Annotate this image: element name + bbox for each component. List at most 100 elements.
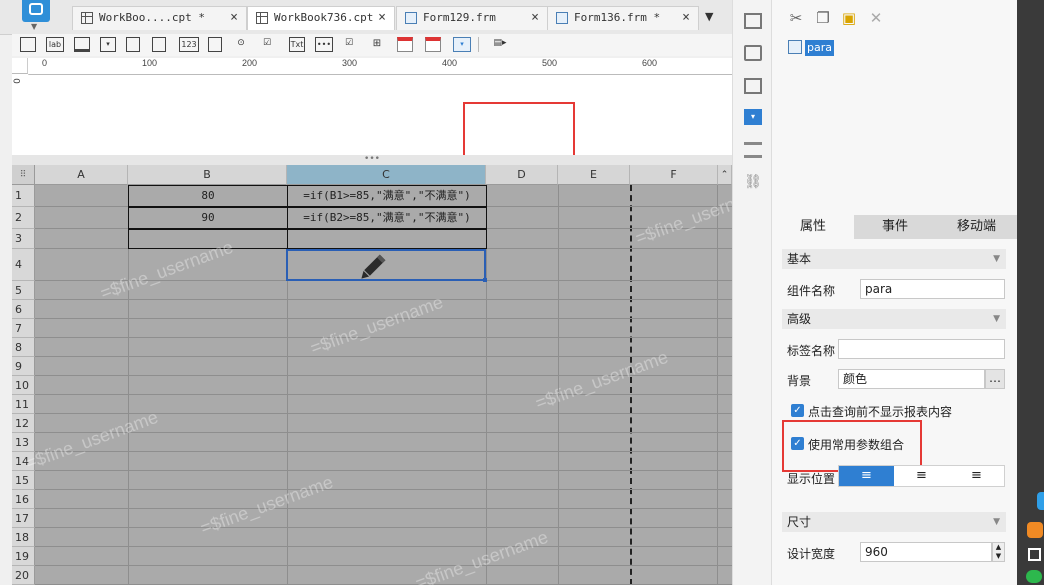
text-widget-icon[interactable]: Txt <box>289 37 305 52</box>
copy-icon[interactable]: ❐ <box>813 8 833 28</box>
cell-c1[interactable]: =if(B1>=85,"满意","不满意") <box>287 185 487 207</box>
app-logo-icon[interactable] <box>22 0 50 22</box>
fill-handle[interactable] <box>483 278 487 282</box>
section-size[interactable]: 尺寸 ▼ <box>782 512 1006 532</box>
chat-icon[interactable] <box>1026 570 1042 583</box>
background-field[interactable]: 颜色 <box>838 369 985 389</box>
section-basic[interactable]: 基本 ▼ <box>782 249 1006 269</box>
checkbox-widget-icon[interactable]: ☑ <box>260 37 274 52</box>
row-header[interactable]: 4 <box>12 249 35 281</box>
cut-icon[interactable]: ✂ <box>786 8 806 28</box>
design-width-field[interactable]: 960 <box>860 542 992 562</box>
row-header[interactable]: 3 <box>12 229 35 249</box>
row-header[interactable]: 6 <box>12 300 35 319</box>
list-widget-icon[interactable] <box>152 37 166 52</box>
date-widget-icon[interactable] <box>397 37 413 52</box>
component-tree-icon[interactable] <box>744 13 762 29</box>
window-icon[interactable] <box>1028 548 1041 561</box>
row-header[interactable]: 18 <box>12 528 35 547</box>
row-header[interactable]: 1 <box>12 185 35 207</box>
close-icon[interactable]: × <box>230 7 238 29</box>
tab-list-menu-icon[interactable]: ▼ <box>705 10 721 24</box>
row-header[interactable]: 12 <box>12 414 35 433</box>
textarea-widget-icon[interactable] <box>208 37 222 52</box>
row-header[interactable]: 16 <box>12 490 35 509</box>
parameter-icon[interactable]: ▾ <box>744 109 762 125</box>
close-icon[interactable]: × <box>378 7 386 29</box>
dropdown-widget-icon[interactable]: ▾ <box>453 37 471 52</box>
row-header[interactable]: 17 <box>12 509 35 528</box>
frame-widget-icon[interactable] <box>20 37 36 52</box>
checkbox-group-icon[interactable]: ☑ <box>342 37 356 52</box>
tag-name-field[interactable] <box>838 339 1005 359</box>
radio-widget-icon[interactable]: ⊙ <box>234 37 248 52</box>
column-header-selected[interactable]: C <box>287 165 486 185</box>
number-widget-icon[interactable]: 123 <box>179 37 199 52</box>
align-center-icon[interactable]: ≡ <box>894 466 949 486</box>
column-header[interactable]: F <box>630 165 718 185</box>
label-widget-icon[interactable]: lab <box>46 37 64 52</box>
tab-properties[interactable]: 属性 <box>772 215 854 239</box>
scroll-up-icon[interactable]: ⌃ <box>718 165 732 185</box>
close-icon[interactable]: × <box>682 7 690 29</box>
tab-form129[interactable]: Form129.frm × <box>396 6 548 30</box>
tab-events[interactable]: 事件 <box>854 215 936 239</box>
password-widget-icon[interactable]: ••• <box>315 37 333 52</box>
row-header[interactable]: 13 <box>12 433 35 452</box>
pane-splitter[interactable]: ••• <box>12 155 732 165</box>
column-header[interactable]: A <box>35 165 128 185</box>
component-item-para[interactable]: para <box>805 40 834 56</box>
row-header[interactable]: 11 <box>12 395 35 414</box>
row-gridline <box>35 527 732 528</box>
row-header[interactable]: 2 <box>12 207 35 229</box>
close-icon[interactable]: × <box>531 7 539 29</box>
app-icon[interactable] <box>1037 492 1044 510</box>
row-header[interactable]: 15 <box>12 471 35 490</box>
row-header[interactable]: 8 <box>12 338 35 357</box>
link-icon[interactable]: ⛓ <box>744 174 762 190</box>
background-more-button[interactable]: … <box>985 369 1005 389</box>
tab-workbook-1[interactable]: WorkBoo....cpt * × <box>72 6 247 30</box>
row-header[interactable]: 19 <box>12 547 35 566</box>
textbox-widget-icon[interactable] <box>74 37 90 52</box>
row-header[interactable]: 10 <box>12 376 35 395</box>
template-icon[interactable] <box>744 142 762 158</box>
column-header[interactable]: D <box>486 165 558 185</box>
paste-icon[interactable]: ▣ <box>839 8 859 28</box>
spreadsheet-grid[interactable]: ⠿ A B C D E F ⌃ 1 2 3 4 5 6 7 8 9 10 11 12 13 14 15 16 1… <box>12 165 732 585</box>
align-right-icon[interactable]: ≡ <box>949 466 1004 486</box>
widget-library-icon[interactable] <box>744 45 762 61</box>
combobox-widget-icon[interactable]: ▾ <box>100 37 116 52</box>
column-header[interactable]: B <box>128 165 287 185</box>
app-icon[interactable] <box>1027 522 1043 538</box>
pencil-icon <box>361 254 386 279</box>
section-advanced[interactable]: 高级 ▼ <box>782 309 1006 329</box>
select-all-corner[interactable]: ⠿ <box>12 165 35 185</box>
tree-widget-icon[interactable] <box>126 37 140 52</box>
row-header[interactable]: 7 <box>12 319 35 338</box>
tab-form136[interactable]: Form136.frm * × <box>547 6 699 30</box>
tab-workbook736[interactable]: WorkBook736.cpt × <box>247 6 395 30</box>
width-stepper[interactable]: ▲ ▼ <box>992 542 1005 562</box>
more-widgets-icon[interactable]: ▤▸ <box>490 37 510 52</box>
align-left-icon[interactable]: ≡ <box>839 466 894 486</box>
datetime-widget-icon[interactable] <box>425 37 441 52</box>
row-header[interactable]: 5 <box>12 281 35 300</box>
cell-b2[interactable]: 90 <box>128 207 288 229</box>
row-gridline <box>35 451 732 452</box>
column-header[interactable]: E <box>558 165 630 185</box>
cell-c2[interactable]: =if(B2>=85,"满意","不满意") <box>287 207 487 229</box>
row-header[interactable]: 9 <box>12 357 35 376</box>
chevron-down-icon[interactable]: ▼ <box>31 22 37 31</box>
layout-icon[interactable] <box>744 78 762 94</box>
tab-mobile[interactable]: 移动端 <box>936 215 1017 239</box>
delete-icon[interactable]: ✕ <box>866 8 886 28</box>
component-name-field[interactable]: para <box>860 279 1005 299</box>
cell-b1[interactable]: 80 <box>128 185 288 207</box>
cell-c3[interactable] <box>287 229 487 249</box>
row-header[interactable]: 20 <box>12 566 35 585</box>
ruler-mark: 0 <box>42 58 48 68</box>
parameter-pane-canvas[interactable] <box>28 75 732 158</box>
tree-combo-icon[interactable]: ⊞ <box>369 37 385 52</box>
checkbox-no-report-before-query[interactable]: ✓ <box>791 404 804 417</box>
